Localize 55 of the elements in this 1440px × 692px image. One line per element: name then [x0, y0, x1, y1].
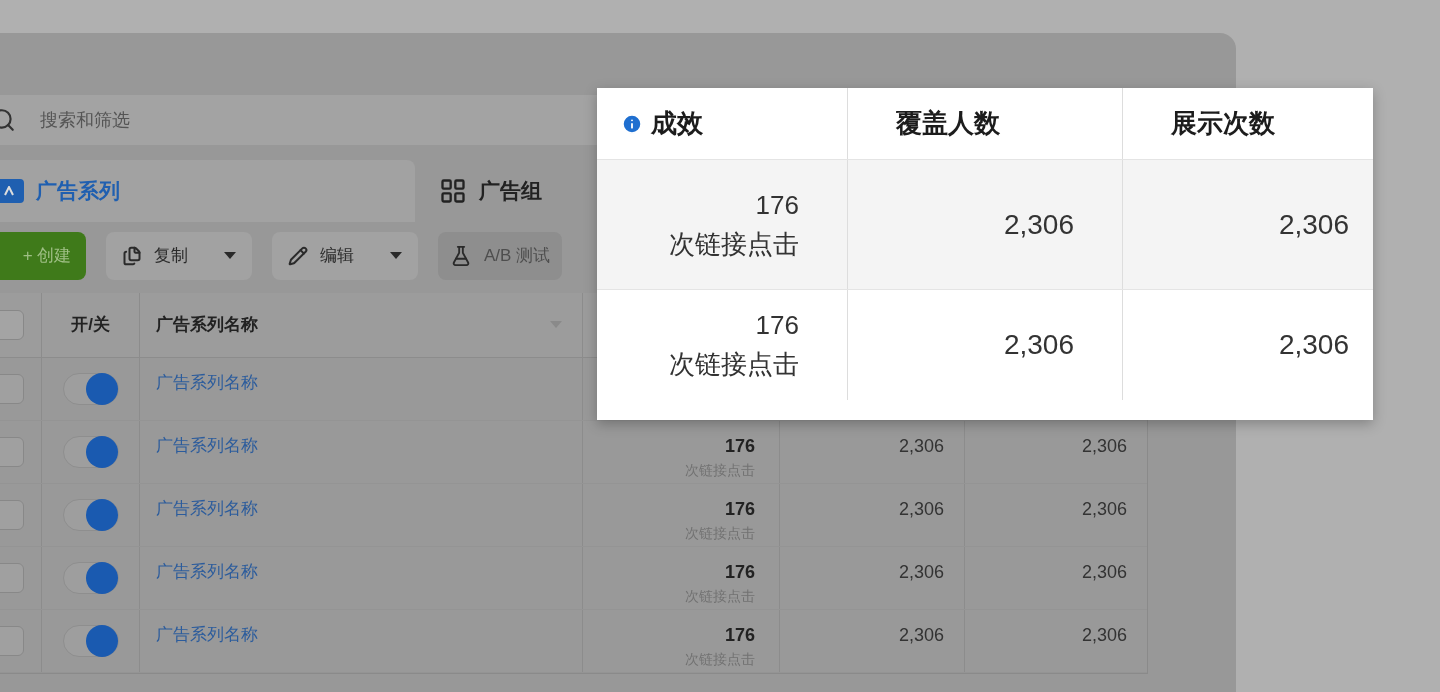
search-field[interactable]: 搜索和筛选	[40, 106, 272, 134]
results-unit: 次链接点击	[669, 348, 799, 381]
select-all-checkbox[interactable]	[0, 310, 24, 340]
results-value: 176	[724, 498, 755, 521]
toggle-switch[interactable]	[62, 499, 119, 531]
row-checkbox[interactable]	[0, 437, 24, 467]
flask-icon	[450, 245, 472, 267]
impressions-value: 2,306	[1081, 624, 1127, 647]
toggle-switch[interactable]	[62, 625, 119, 657]
column-header: 广告系列名称	[156, 314, 258, 337]
grid-icon	[439, 177, 467, 205]
reach-value: 2,306	[898, 624, 944, 647]
results-value: 176	[724, 561, 755, 584]
toggle-switch[interactable]	[62, 562, 119, 594]
reach-value: 2,306	[1003, 328, 1074, 362]
campaign-name-link[interactable]: 广告系列名称	[156, 436, 258, 455]
row-checkbox[interactable]	[0, 374, 24, 404]
copy-button[interactable]: 复制	[106, 232, 252, 280]
campaign-name-link[interactable]: 广告系列名称	[156, 562, 258, 581]
column-header: 展示次数	[1171, 107, 1275, 140]
edit-button[interactable]: 编辑	[272, 232, 418, 280]
caret-icon	[224, 252, 236, 260]
pencil-icon	[288, 246, 308, 266]
caret-icon	[390, 252, 402, 260]
tab[interactable]: 广告系列	[0, 160, 415, 222]
toggle-switch[interactable]	[62, 436, 119, 468]
column-header: 覆盖人数	[896, 107, 1000, 140]
impressions-value: 2,306	[1081, 435, 1127, 458]
reach-value: 2,306	[1003, 207, 1074, 242]
info-icon	[621, 112, 643, 135]
row-checkbox[interactable]	[0, 626, 24, 656]
row-checkbox[interactable]	[0, 563, 24, 593]
campaign-name-link[interactable]: 广告系列名称	[156, 625, 258, 644]
results-value: 176	[724, 624, 755, 647]
reach-value: 2,306	[898, 435, 944, 458]
document-icon	[122, 246, 142, 266]
impressions-value: 2,306	[1278, 328, 1349, 362]
results-value: 176	[755, 309, 799, 342]
column-header: 开/关	[71, 314, 110, 337]
impressions-value: 2,306	[1278, 207, 1349, 242]
impressions-value: 2,306	[1081, 498, 1127, 521]
row-checkbox[interactable]	[0, 500, 24, 530]
create-button[interactable]: + 创建	[0, 232, 86, 280]
campaign-name-link[interactable]: 广告系列名称	[156, 373, 258, 392]
tab[interactable]: 广告组	[415, 160, 542, 222]
reach-value: 2,306	[898, 561, 944, 584]
results-unit: 次链接点击	[669, 227, 799, 261]
results-value: 176	[724, 435, 755, 458]
results-value: 176	[755, 188, 799, 222]
campaign-name-link[interactable]: 广告系列名称	[156, 499, 258, 518]
campaign-icon	[0, 179, 24, 203]
impressions-value: 2,306	[1081, 561, 1127, 584]
toggle-switch[interactable]	[62, 373, 119, 405]
reach-value: 2,306	[898, 498, 944, 521]
column-header: 成效	[651, 107, 703, 140]
